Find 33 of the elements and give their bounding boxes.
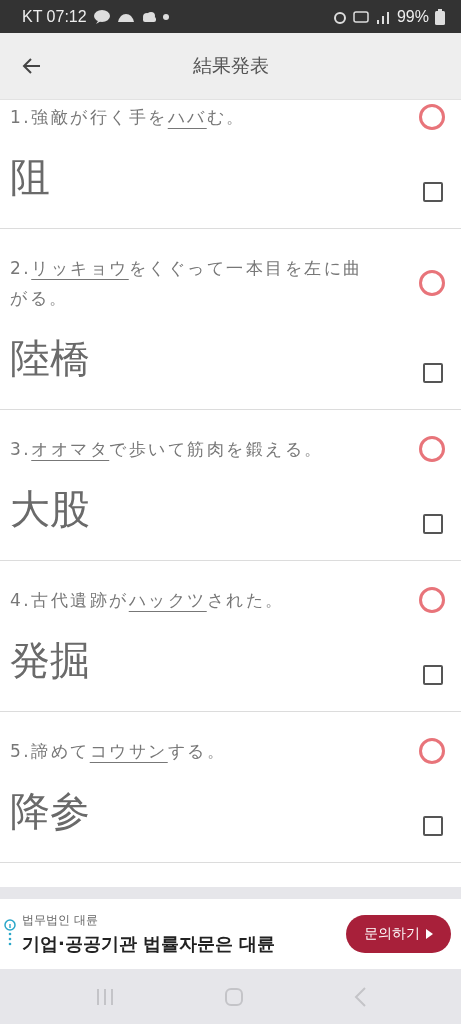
answer-word: 発掘: [10, 636, 91, 685]
question-sentence: 3.オオマタ で歩いて筋肉を鍛える。: [10, 438, 325, 461]
question-sentence: 5.諦めて コウサンする。: [10, 740, 228, 763]
answer-word: 阻: [10, 153, 51, 202]
question-sentence: 4.古代遺跡がハックツ された。: [10, 589, 286, 612]
checkbox[interactable]: [423, 514, 443, 534]
correct-circle-icon: [419, 104, 445, 130]
correct-circle-icon: [419, 436, 445, 462]
ad-advertiser: 법무법인 대륜: [22, 912, 99, 929]
checkbox[interactable]: [423, 816, 443, 836]
cloud-icon: [116, 11, 135, 22]
checkbox[interactable]: [423, 665, 443, 685]
correct-circle-icon: [419, 587, 445, 613]
checkbox[interactable]: [423, 182, 443, 202]
cloud-icon: [140, 11, 157, 22]
answer-word: 大股: [10, 485, 91, 534]
play-icon: [426, 929, 433, 939]
checkbox[interactable]: [423, 363, 443, 383]
inquiry-button[interactable]: 문의하기: [346, 915, 451, 953]
correct-circle-icon: [419, 270, 445, 296]
status-time: KT 07:12: [22, 7, 87, 26]
question-sentence: 1.強敵が行く手をハバむ。: [10, 106, 247, 129]
question-sentence: 2.リッキョウ をくぐって一本目を左に曲がる。: [10, 257, 364, 310]
correct-circle-icon: [419, 738, 445, 764]
battery-percent: 99%: [396, 7, 429, 26]
dot-icon: [162, 13, 169, 20]
answer-word: 降参: [10, 787, 91, 836]
page-title: 結果発表: [191, 53, 270, 78]
answer-word: 陸橋: [10, 334, 91, 383]
signal-icon: [374, 9, 391, 24]
battery-icon: [435, 8, 445, 25]
chat-icon: [92, 9, 111, 24]
ad-headline: 기업·공공기관 법률자문은 대륜: [22, 932, 277, 956]
